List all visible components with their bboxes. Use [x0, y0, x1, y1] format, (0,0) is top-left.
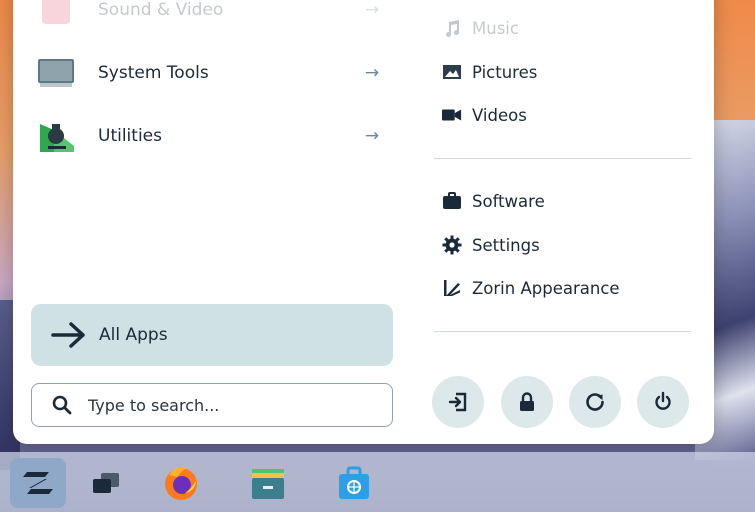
zorin-menu-button[interactable] [10, 458, 66, 508]
app-category-system-tools[interactable]: System Tools → [32, 49, 394, 97]
monitor-icon [36, 53, 76, 93]
picture-icon [442, 62, 462, 82]
search-box[interactable] [31, 383, 393, 427]
zorin-appearance-icon [442, 278, 462, 298]
app-category-sound-video[interactable]: Sound & Video → [32, 0, 394, 34]
music-note-app-icon [36, 0, 76, 30]
power-icon [655, 391, 671, 410]
app-category-label: Utilities [98, 126, 162, 146]
workspaces-icon [93, 473, 119, 493]
video-camera-icon [442, 105, 462, 125]
firefox-icon [165, 467, 197, 500]
all-apps-button[interactable]: All Apps [31, 304, 393, 366]
app-category-label: Sound & Video [98, 0, 224, 20]
logout-button[interactable] [432, 376, 484, 428]
search-icon [52, 395, 72, 415]
taskbar [0, 452, 755, 512]
place-zorin-appearance[interactable]: Zorin Appearance [442, 272, 620, 304]
workspaces-button[interactable] [78, 458, 134, 508]
place-label: Pictures [472, 62, 538, 82]
divider [434, 158, 691, 159]
divider [434, 331, 691, 332]
arrow-right-icon [51, 322, 85, 348]
place-software[interactable]: Software [442, 185, 545, 217]
place-videos[interactable]: Videos [442, 99, 527, 131]
power-button[interactable] [637, 376, 689, 428]
app-category-label: System Tools [98, 63, 209, 83]
music-icon [442, 18, 462, 38]
place-label: Music [472, 18, 519, 38]
restart-button[interactable] [569, 376, 621, 428]
restart-icon [586, 393, 604, 411]
files-icon [252, 469, 284, 499]
utilities-icon [36, 116, 76, 156]
place-label: Zorin Appearance [472, 278, 620, 298]
place-label: Software [472, 191, 545, 211]
place-label: Videos [472, 105, 527, 125]
arrow-right-icon: → [364, 126, 380, 146]
lock-icon [520, 392, 534, 411]
search-input[interactable] [88, 395, 368, 415]
place-settings[interactable]: Settings [442, 229, 540, 261]
zorin-menu-icon [23, 472, 53, 494]
software-store-button[interactable] [326, 458, 382, 508]
arrow-right-icon: → [364, 0, 380, 20]
place-pictures[interactable]: Pictures [442, 56, 537, 88]
app-category-utilities[interactable]: Utilities → [32, 112, 394, 160]
files-button[interactable] [240, 458, 296, 508]
lock-button[interactable] [501, 376, 553, 428]
software-store-icon [339, 466, 369, 499]
gear-icon [442, 235, 462, 255]
firefox-button[interactable] [153, 458, 209, 508]
place-label: Settings [472, 235, 540, 255]
place-music[interactable]: Music [442, 12, 519, 44]
briefcase-icon [442, 191, 462, 211]
logout-icon [448, 392, 467, 412]
all-apps-label: All Apps [99, 325, 168, 345]
arrow-right-icon: → [364, 63, 380, 83]
